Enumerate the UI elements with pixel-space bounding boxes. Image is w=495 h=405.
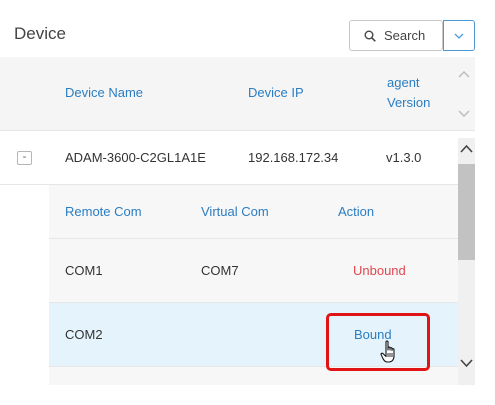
vertical-scrollbar[interactable]: [458, 138, 475, 385]
chevron-down-icon: [454, 33, 464, 39]
subtable-header: Remote Com Virtual Com Action: [49, 185, 458, 239]
column-header-device-ip[interactable]: Device IP: [248, 83, 304, 103]
column-header-agent-version-line1[interactable]: agent: [387, 73, 420, 93]
search-button[interactable]: Search: [349, 20, 443, 51]
scrollbar-thumb[interactable]: [458, 164, 475, 260]
unbound-action-link[interactable]: Unbound: [353, 263, 406, 278]
column-header-action[interactable]: Action: [338, 204, 374, 219]
virtual-com-cell: COM7: [201, 263, 239, 278]
chevron-up-icon[interactable]: [458, 70, 470, 78]
device-name-cell: ADAM-3600-C2GL1A1E: [65, 150, 206, 165]
options-dropdown-button[interactable]: [443, 20, 475, 51]
remote-com-cell: COM2: [65, 327, 103, 342]
table-header: Device Name Device IP agent Version: [0, 57, 475, 131]
scroll-down-icon[interactable]: [460, 359, 473, 368]
column-header-remote-com[interactable]: Remote Com: [65, 204, 142, 219]
search-icon: [364, 30, 376, 42]
scroll-up-icon[interactable]: [460, 144, 473, 153]
remote-com-cell: COM1: [65, 263, 103, 278]
page-title: Device: [14, 24, 66, 43]
column-header-virtual-com[interactable]: Virtual Com: [201, 204, 269, 219]
collapse-row-button[interactable]: -: [17, 151, 32, 165]
search-label: Search: [384, 28, 426, 43]
column-header-device-name[interactable]: Device Name: [65, 83, 143, 103]
column-header-agent-version-line2[interactable]: Version: [387, 93, 430, 113]
device-row[interactable]: - ADAM-3600-C2GL1A1E 192.168.172.34 v1.3…: [0, 131, 458, 185]
hand-pointer-cursor-icon: [380, 340, 395, 363]
device-ip-cell: 192.168.172.34: [248, 150, 339, 165]
chevron-down-icon[interactable]: [458, 110, 470, 118]
header-scroll-arrows: [455, 70, 473, 118]
table-row[interactable]: COM1 COM7 Unbound: [49, 239, 458, 303]
agent-version-cell: v1.3.0: [386, 150, 422, 165]
